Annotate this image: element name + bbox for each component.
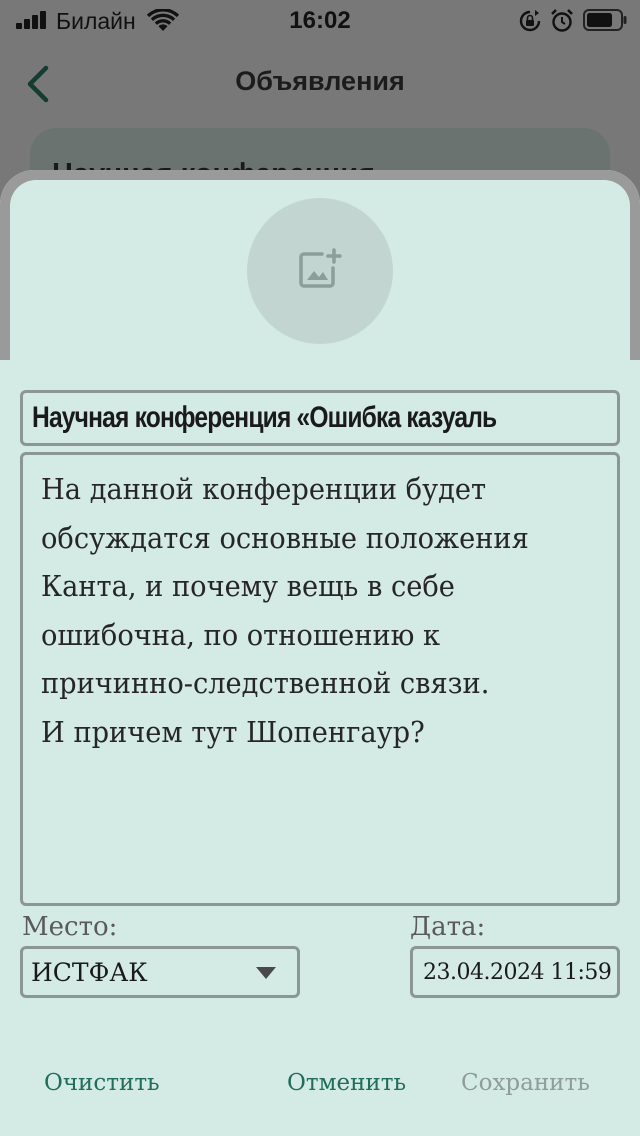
add-photo-button[interactable] — [247, 198, 393, 344]
title-input-value: Научная конференция «Ошибка казуаль — [32, 401, 497, 434]
chevron-down-icon — [256, 967, 276, 979]
date-input[interactable]: 23.04.2024 11:59 — [410, 946, 620, 998]
sheet-header-panel — [10, 180, 630, 360]
sheet-header — [0, 170, 640, 360]
rotation-lock-icon — [519, 10, 541, 32]
page-title: Объявления — [235, 66, 405, 96]
place-label: Место: — [22, 912, 118, 942]
clear-button[interactable]: Очистить — [44, 1070, 160, 1096]
alarm-icon — [551, 9, 573, 32]
place-select[interactable]: ИСТФАК — [20, 946, 300, 998]
battery-icon — [583, 9, 627, 31]
cancel-button[interactable]: Отменить — [287, 1070, 406, 1096]
status-time: 16:02 — [289, 7, 351, 34]
description-textarea[interactable]: На данной конференции будет обсуждатся о… — [20, 452, 620, 906]
save-button[interactable]: Сохранить — [461, 1070, 590, 1096]
status-bar: Билайн 16:02 — [0, 0, 640, 42]
date-input-value: 23.04.2024 11:59 — [423, 960, 612, 985]
announcement-editor-sheet: Научная конференция «Ошибка казуаль На д… — [0, 170, 640, 1136]
add-image-icon — [299, 248, 342, 288]
description-value: На данной конференции будет обсуждатся о… — [41, 472, 529, 749]
place-select-value: ИСТФАК — [31, 958, 148, 987]
title-input[interactable]: Научная конференция «Ошибка казуаль — [20, 390, 620, 446]
date-label: Дата: — [410, 912, 486, 942]
